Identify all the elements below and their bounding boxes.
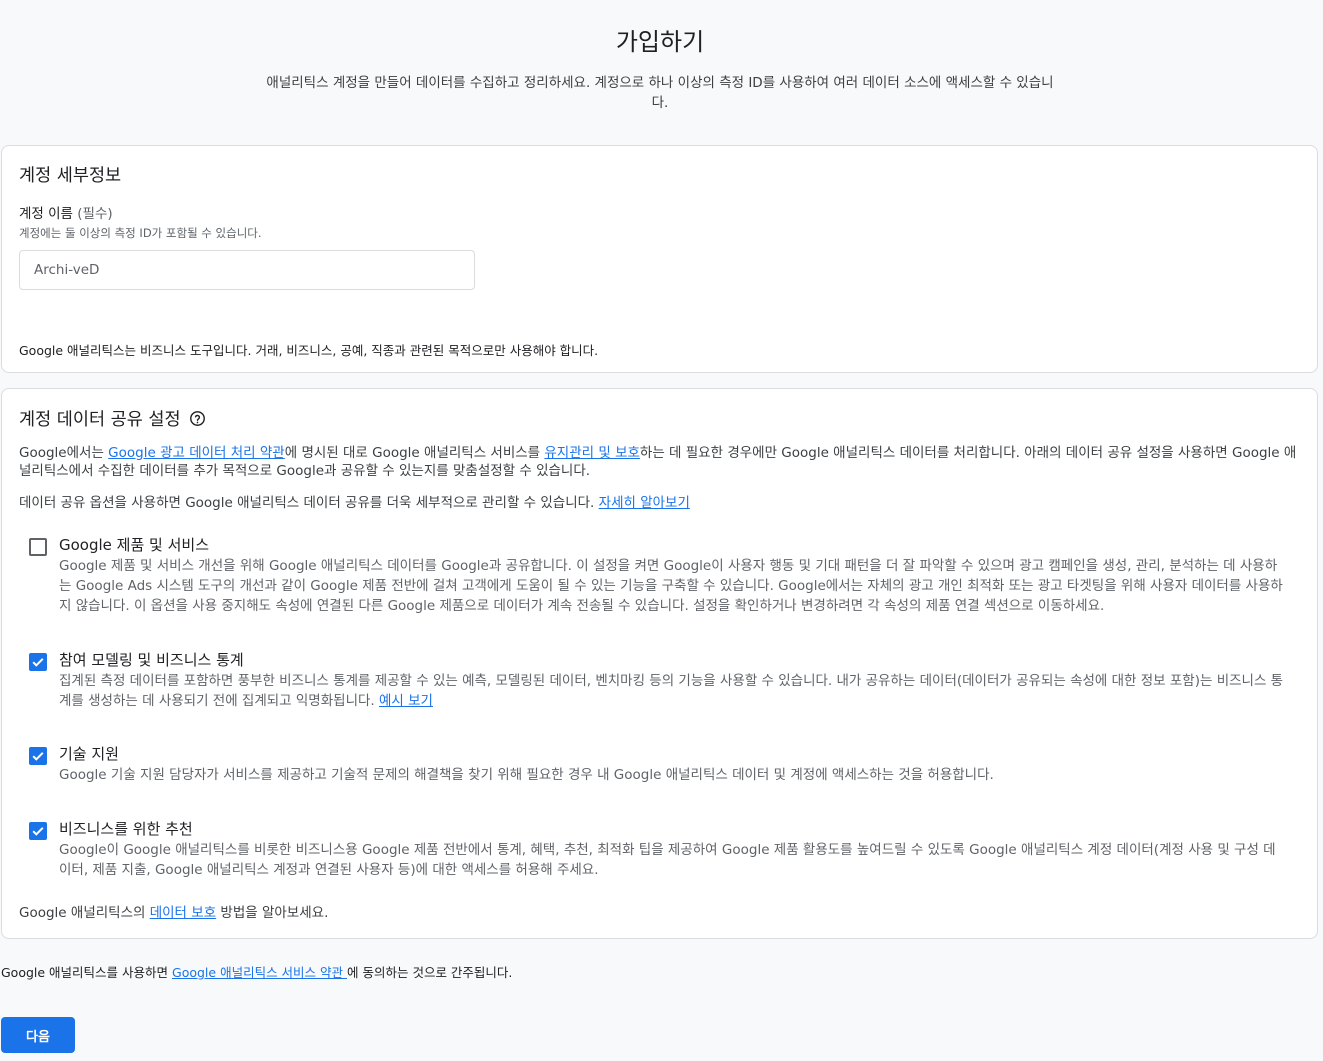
data-sharing-intro: Google에서는 Google 광고 데이터 처리 약관에 명시된 대로 Go… bbox=[19, 445, 1297, 479]
check-icon bbox=[32, 827, 44, 836]
data-protection-note: Google 애널리틱스의 데이터 보호 방법을 알아보세요. bbox=[19, 905, 329, 921]
account-details-title: 계정 세부정보 bbox=[19, 166, 122, 186]
account-name-input[interactable] bbox=[19, 250, 475, 290]
option-title: 참여 모델링 및 비즈니스 통계 bbox=[59, 651, 244, 669]
check-icon bbox=[32, 658, 44, 667]
data-sharing-card: 계정 데이터 공유 설정 Google에서는 Google 광고 데이터 처리 … bbox=[1, 388, 1318, 939]
option-title: Google 제품 및 서비스 bbox=[59, 536, 210, 554]
data-sharing-title: 계정 데이터 공유 설정 bbox=[19, 406, 206, 431]
business-tool-note: Google 애널리틱스는 비즈니스 도구입니다. 거래, 비즈니스, 공예, … bbox=[19, 343, 599, 358]
account-name-label: 계정 이름 (필수) bbox=[19, 206, 113, 222]
account-name-help: 계정에는 둘 이상의 측정 ID가 포함될 수 있습니다. bbox=[19, 226, 262, 240]
terms-of-service-link[interactable]: Google 애널리틱스 서비스 약관 bbox=[172, 965, 347, 980]
account-details-card: 계정 세부정보 계정 이름 (필수) 계정에는 둘 이상의 측정 ID가 포함될… bbox=[1, 145, 1318, 373]
data-sharing-options-intro: 데이터 공유 옵션을 사용하면 Google 애널리틱스 데이터 공유를 더욱 … bbox=[19, 495, 690, 511]
checkbox-technical-support[interactable] bbox=[29, 747, 47, 765]
ads-data-terms-link[interactable]: Google 광고 데이터 처리 약관 bbox=[108, 445, 285, 461]
data-protection-link[interactable]: 데이터 보호 bbox=[150, 905, 216, 921]
page-subtitle: 애널리틱스 계정을 만들어 데이터를 수집하고 정리하세요. 계정으로 하나 이… bbox=[266, 75, 1054, 111]
checkbox-modeling-insights[interactable] bbox=[29, 653, 47, 671]
learn-more-link[interactable]: 자세히 알아보기 bbox=[599, 495, 690, 511]
option-description: Google 제품 및 서비스 개선을 위해 Google 애널리틱스 데이터를… bbox=[59, 558, 1283, 614]
option-title: 비즈니스를 위한 추천 bbox=[59, 820, 193, 838]
checkbox-google-products[interactable] bbox=[29, 538, 47, 556]
required-marker: (필수) bbox=[77, 206, 113, 222]
checkbox-business-recommendations[interactable] bbox=[29, 822, 47, 840]
option-description: Google 기술 지원 담당자가 서비스를 제공하고 기술적 문제의 해결책을… bbox=[59, 767, 994, 783]
signup-page: 가입하기 애널리틱스 계정을 만들어 데이터를 수집하고 정리하세요. 계정으로… bbox=[0, 0, 1323, 1061]
check-icon bbox=[32, 752, 44, 761]
next-button[interactable]: 다음 bbox=[1, 1017, 75, 1053]
page-title: 가입하기 bbox=[615, 28, 705, 56]
maintain-protect-link[interactable]: 유지관리 및 보호 bbox=[544, 445, 640, 461]
option-description: 집계된 측정 데이터를 포함하면 풍부한 비즈니스 통계를 제공할 수 있는 예… bbox=[59, 673, 1284, 709]
terms-notice: Google 애널리틱스를 사용하면 Google 애널리틱스 서비스 약관 에… bbox=[1, 965, 513, 980]
option-title: 기술 지원 bbox=[59, 745, 119, 763]
see-example-link[interactable]: 예시 보기 bbox=[379, 693, 433, 709]
help-circle-icon[interactable] bbox=[189, 410, 206, 427]
option-description: Google이 Google 애널리틱스를 비롯한 비즈니스용 Google 제… bbox=[59, 842, 1276, 878]
